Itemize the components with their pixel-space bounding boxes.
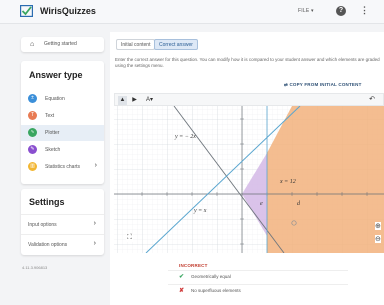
answer-type-label: Statistics charts [45,164,81,170]
input-options-label: Input options [28,222,57,228]
text-tool-icon[interactable]: A▾ [143,96,156,105]
answer-type-label: Sketch [45,147,61,153]
graph-canvas[interactable]: y = − 2x y = x x = 12 e d [114,106,384,253]
wiris-logo-icon [20,5,33,17]
expand-icon[interactable]: ⛶ [126,234,133,242]
home-icon: ⌂ [30,41,35,48]
select-tool-icon[interactable]: ▲ [118,96,127,105]
feedback-text: No superfluous elements [191,288,241,293]
file-menu[interactable]: FILE ▾ [298,8,314,14]
getting-started-label: Getting started [44,41,77,47]
answer-type-statistics[interactable]: ▥ Statistics charts › [21,159,104,175]
undo-icon[interactable]: ↶ [369,95,375,103]
label-x-12: x = 12 [279,179,296,185]
label-y-x: y = x [193,208,207,214]
equation-icon: ± [28,94,37,103]
answer-type-title: Answer type [29,70,83,80]
copy-icon: ⇄ [284,82,288,87]
settings-card: Settings Input options › Validation opti… [21,189,104,255]
answer-type-label: Plotter [45,130,60,136]
answer-type-equation[interactable]: ± Equation [21,91,104,107]
answer-type-plotter[interactable]: ∿ Plotter [21,125,104,141]
answer-type-card: Answer type ± Equation T Text ∿ Plotter … [21,61,104,184]
text-icon: T [28,111,37,120]
version-label: 4.11.3.906813 [22,265,48,270]
validation-options-item[interactable]: Validation options › [21,234,104,254]
top-bar: WirisQuizzes FILE ▾ ? ⋮ [0,0,384,24]
zoom-in-icon[interactable]: ⊕ [375,222,381,230]
check-icon: ✔ [179,274,185,280]
zoom-out-icon[interactable]: ⊖ [375,235,381,243]
answer-type-sketch[interactable]: ✎ Sketch [21,142,104,158]
getting-started-item[interactable]: ⌂ Getting started [21,37,104,52]
plotter-graph[interactable]: y = − 2x y = x x = 12 e d ⛶ ⊕ ⊖ [114,106,384,253]
chevron-right-icon: › [93,240,96,247]
app-brand: WirisQuizzes [40,6,96,16]
answer-type-label: Text [45,113,55,119]
chevron-right-icon: › [93,220,96,227]
validation-options-label: Validation options [28,242,68,248]
label-y-neg-2x: y = − 2x [174,134,196,140]
answer-type-text[interactable]: T Text [21,108,104,124]
chevron-right-icon: › [94,162,97,169]
answer-type-label: Equation [45,96,65,102]
instructions-text: Enter the correct answer for this questi… [115,57,380,68]
validation-feedback: INCORRECT ✔ Geometrically equal ✘ No sup… [168,263,348,296]
tab-correct-answer[interactable]: Correct answer [154,39,198,50]
copy-from-initial-button[interactable]: ⇄ COPY FROM INITIAL CONTENT [284,82,362,88]
tab-initial-content[interactable]: Initial content [116,39,156,50]
feedback-text: Geometrically equal [191,274,231,279]
feedback-row-superfluous: ✘ No superfluous elements [168,284,348,296]
point-tool-icon[interactable]: ▶ [130,96,139,105]
feedback-row-geometric: ✔ Geometrically equal [168,270,348,282]
status-badge: INCORRECT [179,263,208,268]
input-options-item[interactable]: Input options › [21,214,104,234]
main-panel: Initial content Correct answer Enter the… [110,32,384,305]
sketch-icon: ✎ [28,145,37,154]
settings-title: Settings [29,197,65,207]
plotter-icon: ∿ [28,128,37,137]
cross-icon: ✘ [179,288,185,294]
statistics-icon: ▥ [28,162,37,171]
graph-toolbar: ▲ ▶ A▾ ↶ [114,93,384,106]
label-region-e: e [260,201,263,207]
more-options-icon[interactable]: ⋮ [360,6,369,15]
help-icon[interactable]: ? [336,6,346,16]
